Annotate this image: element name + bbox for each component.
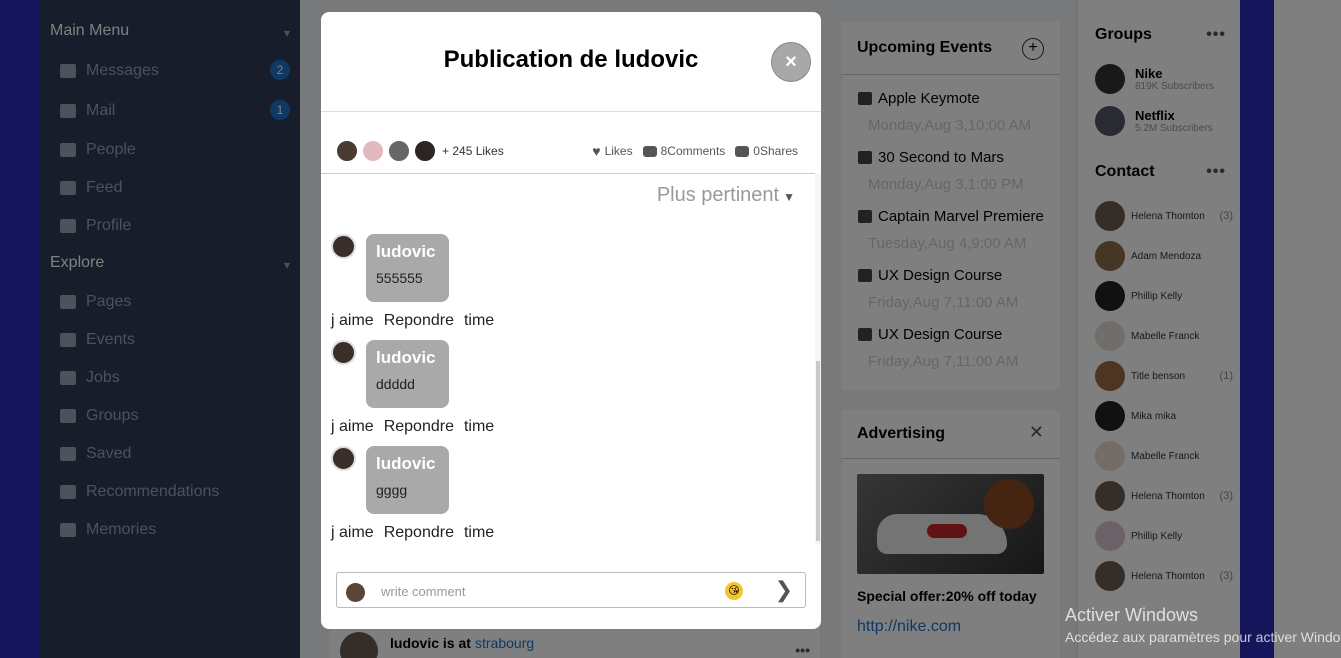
shares-button[interactable]: 0Shares: [735, 143, 798, 159]
chevron-down-icon: ▼: [783, 190, 795, 204]
comment-input[interactable]: [381, 582, 701, 600]
reply-link[interactable]: Repondre: [384, 418, 454, 436]
comment-bubble: ludovic 555555: [366, 234, 449, 302]
modal-header: Publication de ludovic ×: [321, 12, 821, 112]
comment-bubble: ludovic ddddd: [366, 340, 449, 408]
post-modal: Publication de ludovic × + 245 Likes ♥ Li…: [321, 12, 821, 629]
avatar: [336, 140, 358, 162]
like-button[interactable]: ♥ Likes: [592, 143, 632, 159]
like-link[interactable]: j aime: [331, 312, 374, 330]
comment-text: ddddd: [376, 376, 415, 392]
avatar: [346, 583, 365, 602]
reply-link[interactable]: Repondre: [384, 312, 454, 330]
avatar[interactable]: [331, 234, 356, 259]
comment-bubble: ludovic gggg: [366, 446, 449, 514]
comment-author[interactable]: ludovic: [376, 242, 439, 262]
avatar: [388, 140, 410, 162]
activation-watermark-subtitle: Accédez aux paramètres pour activer Wind…: [1065, 629, 1341, 645]
modal-title: Publication de ludovic: [443, 46, 699, 73]
comment-time: time: [463, 524, 495, 541]
share-icon: [735, 145, 750, 157]
avatar[interactable]: [331, 340, 356, 365]
likes-count[interactable]: + 245 Likes: [442, 144, 504, 158]
avatar: [414, 140, 436, 162]
send-arrow-icon[interactable]: ❯: [775, 577, 793, 603]
comment-author[interactable]: ludovic: [376, 348, 439, 368]
comment-composer: 😘 ❯: [336, 572, 806, 608]
sort-dropdown[interactable]: Plus pertinent ▼: [657, 184, 795, 207]
reply-link[interactable]: Repondre: [384, 524, 454, 542]
comment-actions: j aime Repondre time: [331, 418, 494, 436]
comment-text: 555555: [376, 270, 423, 286]
avatar[interactable]: [331, 446, 356, 471]
comment-time: time: [463, 312, 495, 329]
like-link[interactable]: j aime: [331, 418, 374, 436]
scrollbar-thumb[interactable]: [816, 361, 820, 541]
post-stats: + 245 Likes ♥ Likes 8Comments 0Shares: [336, 136, 806, 166]
comment-actions: j aime Repondre time: [331, 524, 494, 542]
divider: [321, 173, 815, 174]
post-actions: ♥ Likes 8Comments 0Shares: [592, 143, 798, 159]
comment-actions: j aime Repondre time: [331, 312, 494, 330]
liker-avatars[interactable]: [336, 140, 436, 162]
emoji-icon[interactable]: 😘: [725, 582, 743, 600]
activation-watermark-title: Activer Windows: [1065, 605, 1199, 625]
comments-icon: [642, 145, 657, 157]
comment-text: gggg: [376, 482, 408, 498]
heart-icon: ♥: [592, 143, 601, 159]
like-link[interactable]: j aime: [331, 524, 374, 542]
avatar: [362, 140, 384, 162]
close-button[interactable]: ×: [771, 42, 811, 82]
comments-button[interactable]: 8Comments: [642, 143, 725, 159]
comment-author[interactable]: ludovic: [376, 454, 439, 474]
comment-time: time: [463, 418, 495, 435]
